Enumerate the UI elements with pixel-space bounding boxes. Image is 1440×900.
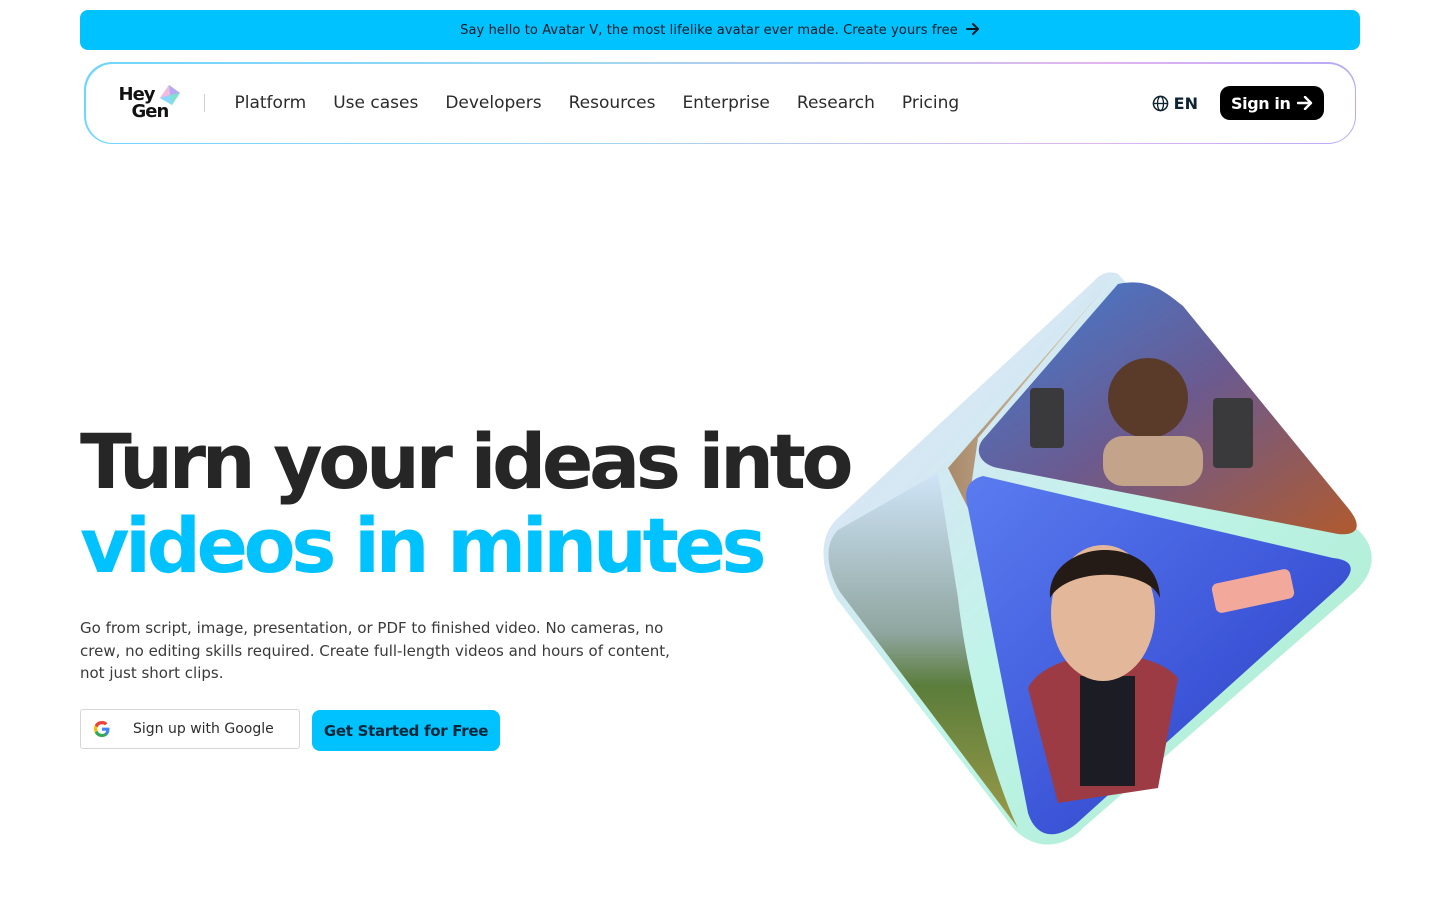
hero-avatar-prism-visual [823,272,1372,845]
hero-title: Turn your ideas into videos in minutes [80,417,854,590]
avatar-head-upper [1108,358,1188,438]
avatar-shirt-front [1080,676,1135,786]
nav-item-enterprise[interactable]: Enterprise [682,93,769,113]
nav-item-use-cases[interactable]: Use cases [333,93,418,113]
main-navigation: Hey Gen Platform Use cases Developers Re… [84,62,1356,144]
nav-item-pricing[interactable]: Pricing [902,93,959,113]
heygen-logo[interactable]: Hey Gen [119,83,181,123]
nav-item-research[interactable]: Research [797,93,875,113]
speaker-right [1213,398,1253,468]
get-started-label: Get Started for Free [323,721,489,740]
hero-description: Go from script, image, presentation, or … [80,619,670,682]
nav-item-platform[interactable]: Platform [235,93,307,113]
banner-text[interactable]: Say hello to Avatar V, the most lifelike… [460,23,958,38]
hero-title-line-1: Turn your ideas into [80,417,854,506]
hero-title-line-2: videos in minutes [80,501,767,590]
google-signup-button[interactable]: Sign up with Google [80,709,300,749]
google-icon [94,721,110,737]
arrow-right-icon [1296,96,1312,110]
language-label: EN [1173,93,1198,113]
nav-menu: Platform Use cases Developers Resources … [235,93,960,113]
nav-item-resources[interactable]: Resources [569,93,656,113]
google-signup-label: Sign up with Google [133,721,274,737]
get-started-button[interactable]: Get Started for Free [312,710,500,751]
nav-divider [203,94,205,112]
arrow-right-icon [965,21,980,39]
announcement-banner[interactable]: Say hello to Avatar V, the most lifelike… [80,10,1360,50]
logo-mark-icon [159,85,180,105]
sign-in-label: Sign in [1231,93,1291,113]
language-selector[interactable]: EN [1152,94,1198,113]
speaker-left [1030,388,1064,448]
sign-in-button[interactable]: Sign in [1220,86,1324,120]
avatar-body-upper [1103,436,1203,486]
nav-item-developers[interactable]: Developers [445,93,541,113]
globe-icon [1152,95,1169,111]
